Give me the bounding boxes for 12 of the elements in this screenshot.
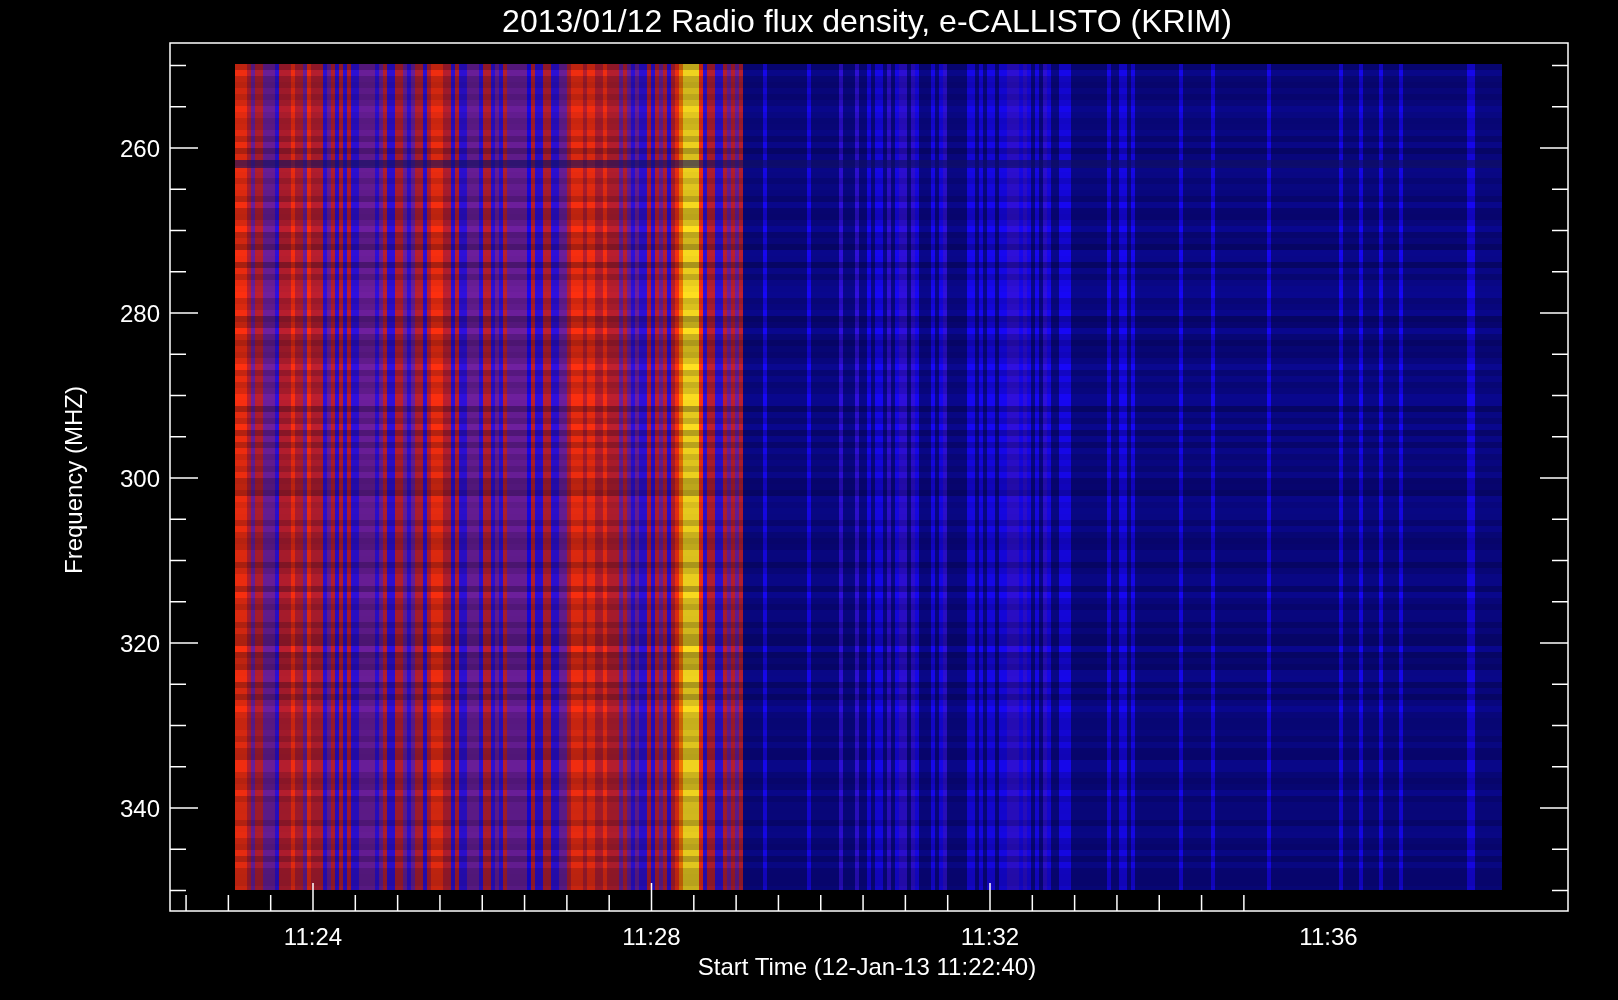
y-axis-label: Frequency (MHZ) (60, 386, 87, 574)
x-axis-label: Start Time (12-Jan-13 11:22:40) (697, 953, 1037, 980)
y-tick-label: 260 (119, 135, 160, 162)
x-tick-label: 11:28 (622, 923, 681, 950)
x-tick-label: 11:36 (1299, 923, 1358, 950)
x-tick-label: 11:24 (283, 923, 343, 950)
x-tick-label: 11:32 (960, 923, 1020, 950)
y-tick-label: 340 (119, 795, 160, 822)
y-tick-label: 300 (119, 465, 160, 492)
chart-title: 2013/01/12 Radio flux density, e-CALLISTO (KRIM) (502, 3, 1232, 39)
y-tick-label: 280 (119, 300, 160, 327)
y-tick-label: 320 (119, 630, 160, 657)
